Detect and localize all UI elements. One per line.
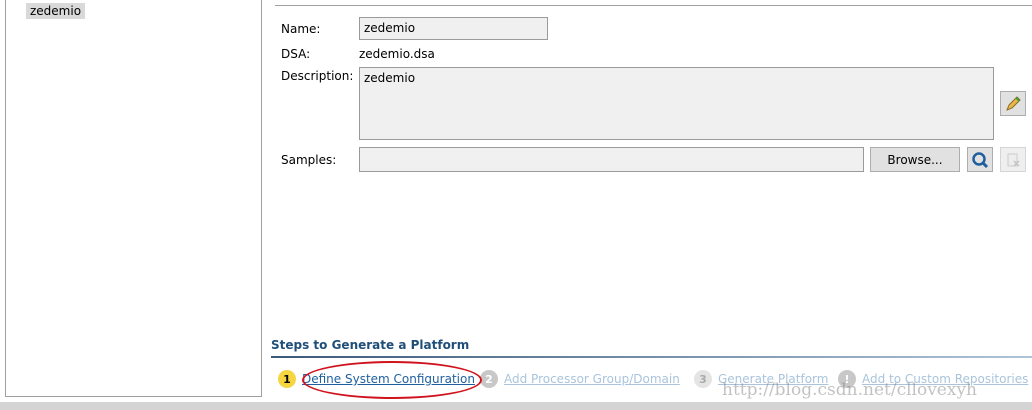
steps-title: Steps to Generate a Platform	[271, 338, 470, 352]
samples-input[interactable]	[359, 147, 864, 172]
steps-divider	[271, 356, 1032, 358]
step-2[interactable]: 2 Add Processor Group/Domain	[480, 370, 680, 388]
add-processor-group-link[interactable]: Add Processor Group/Domain	[504, 372, 680, 386]
description-input[interactable]: zedemio	[359, 67, 994, 140]
watermark: http://blog.csdn.net/cllovexyh	[722, 380, 977, 400]
name-input[interactable]: zedemio	[359, 17, 548, 40]
description-label: Description:	[281, 69, 354, 83]
browse-button[interactable]: Browse...	[870, 147, 960, 172]
tree-item-zedemio[interactable]: zedemio	[26, 3, 86, 19]
edit-button[interactable]	[1000, 91, 1026, 116]
remove-sample-button[interactable]	[1000, 147, 1026, 172]
step-number-badge: 3	[694, 370, 712, 388]
step-number-badge: 2	[480, 370, 498, 388]
annotation-oval	[302, 361, 482, 399]
horizontal-scrollbar[interactable]	[0, 402, 1032, 410]
divider	[275, 5, 1032, 6]
remove-file-icon	[1007, 153, 1020, 167]
samples-label: Samples:	[281, 153, 337, 167]
dsa-label: DSA:	[281, 47, 311, 61]
tree-panel	[5, 0, 262, 397]
search-icon	[972, 151, 989, 168]
pencil-icon	[1006, 95, 1021, 111]
dsa-value: zedemio.dsa	[359, 47, 435, 61]
name-label: Name:	[281, 22, 321, 36]
search-button[interactable]	[967, 147, 993, 172]
step-number-badge: 1	[278, 370, 296, 388]
